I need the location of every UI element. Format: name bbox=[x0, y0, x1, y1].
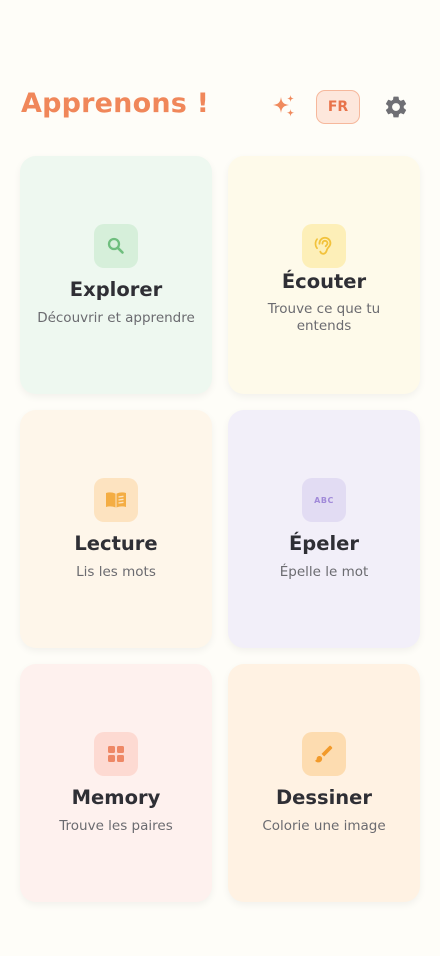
activity-card-lecture[interactable]: Lecture Lis les mots bbox=[20, 410, 212, 648]
card-title: Épeler bbox=[288, 532, 360, 555]
header: Apprenons ! FR bbox=[0, 84, 440, 130]
card-title: Lecture bbox=[74, 532, 158, 555]
card-subtitle: Colorie une image bbox=[262, 818, 386, 834]
card-title: Memory bbox=[71, 786, 161, 809]
settings-button[interactable] bbox=[378, 89, 414, 125]
grid-icon bbox=[108, 746, 124, 762]
memory-icon-tile bbox=[94, 732, 138, 776]
activity-card-explorer[interactable]: Explorer Découvrir et apprendre bbox=[20, 156, 212, 394]
card-title: Écouter bbox=[281, 270, 367, 293]
search-icon bbox=[107, 237, 124, 254]
app-screen: Apprenons ! FR Explorer Découvrir et app… bbox=[0, 0, 440, 956]
dessiner-icon-tile bbox=[302, 732, 346, 776]
lecture-icon-tile bbox=[94, 478, 138, 522]
activity-card-epeler[interactable]: ABC Épeler Épelle le mot bbox=[228, 410, 420, 648]
card-subtitle: Découvrir et apprendre bbox=[37, 310, 195, 326]
abc-icon: ABC bbox=[314, 495, 334, 505]
sparkles-icon bbox=[273, 95, 295, 117]
card-subtitle: Lis les mots bbox=[76, 564, 156, 580]
card-title: Dessiner bbox=[275, 786, 373, 809]
page-title: Apprenons ! bbox=[21, 88, 210, 119]
language-button[interactable]: FR bbox=[316, 90, 360, 124]
paintbrush-icon bbox=[314, 745, 333, 763]
card-subtitle: Trouve les paires bbox=[59, 818, 173, 834]
epeler-icon-tile: ABC bbox=[302, 478, 346, 522]
ear-icon bbox=[314, 236, 332, 255]
sparkle-button[interactable] bbox=[266, 89, 302, 125]
card-subtitle: Épelle le mot bbox=[279, 564, 369, 580]
card-subtitle: Trouve ce que tu entends bbox=[267, 301, 381, 334]
explorer-icon-tile bbox=[94, 224, 138, 268]
gear-icon bbox=[385, 96, 407, 118]
ecouter-icon-tile bbox=[302, 224, 346, 268]
activity-card-memory[interactable]: Memory Trouve les paires bbox=[20, 664, 212, 902]
card-title: Explorer bbox=[69, 278, 163, 301]
book-icon bbox=[106, 492, 126, 508]
activity-card-ecouter[interactable]: Écouter Trouve ce que tu entends bbox=[228, 156, 420, 394]
activity-card-dessiner[interactable]: Dessiner Colorie une image bbox=[228, 664, 420, 902]
